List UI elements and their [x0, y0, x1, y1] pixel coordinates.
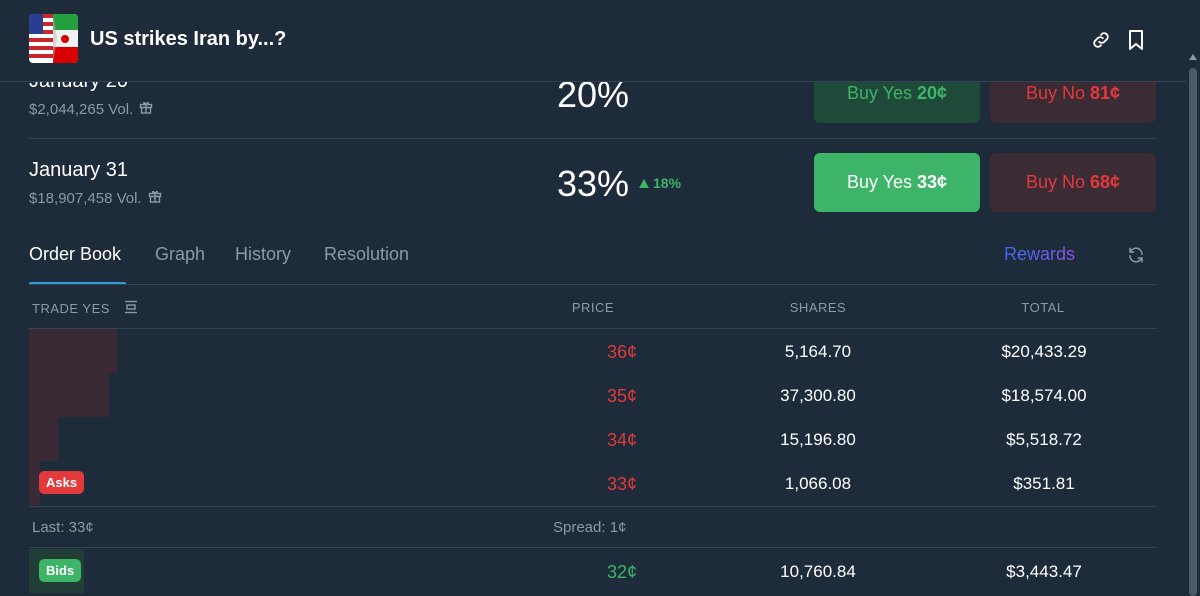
- tab-graph[interactable]: Graph: [155, 244, 205, 265]
- buy-yes-price: 33¢: [917, 172, 948, 192]
- rewards-link[interactable]: Rewards: [1004, 244, 1075, 265]
- link-icon[interactable]: [1089, 28, 1113, 52]
- ask-depth-bar: [29, 329, 117, 373]
- detail-tabs: Order Book Graph History Resolution Rewa…: [29, 244, 1157, 285]
- market-percent: 33%: [557, 163, 630, 204]
- market-title: US strikes Iran by...?: [90, 28, 287, 50]
- market-date: January 31: [29, 159, 128, 181]
- collapse-icon[interactable]: [124, 300, 138, 317]
- gift-icon: [148, 189, 162, 207]
- ask-price: 34¢: [606, 430, 638, 450]
- ask-row[interactable]: 35¢ 37,300.80 $18,574.00: [29, 373, 1157, 417]
- market-volume: $18,907,458 Vol.: [29, 189, 162, 207]
- market-volume: $2,044,265 Vol.: [29, 100, 153, 118]
- total-header: TOTAL: [1021, 300, 1065, 315]
- buy-yes-price: 20¢: [917, 83, 948, 103]
- ask-row[interactable]: 34¢ 15,196.80 $5,518.72: [29, 417, 1157, 461]
- buy-no-button[interactable]: Buy No 68¢: [990, 153, 1156, 212]
- ask-price: 35¢: [606, 386, 638, 406]
- buy-yes-label: Buy Yes: [846, 83, 912, 103]
- trade-yes-header: TRADE YES: [32, 300, 138, 317]
- ask-total: $5,518.72: [1006, 430, 1082, 449]
- ask-total: $20,433.29: [1001, 342, 1087, 361]
- ask-depth-bar: [29, 417, 58, 461]
- scroll-thumb[interactable]: [1189, 68, 1197, 596]
- tab-order-book[interactable]: Order Book: [29, 244, 121, 265]
- bid-total: $3,443.47: [1006, 562, 1082, 581]
- buy-no-price: 81¢: [1089, 83, 1121, 103]
- ask-shares: 15,196.80: [780, 430, 856, 449]
- tab-history[interactable]: History: [235, 244, 291, 265]
- page-scrollbar[interactable]: [1186, 0, 1200, 596]
- ask-price: 36¢: [606, 342, 638, 362]
- ask-row[interactable]: Asks 33¢ 1,066.08 $351.81: [29, 461, 1157, 505]
- ask-row[interactable]: 36¢ 5,164.70 $20,433.29: [29, 329, 1157, 373]
- price-change: 18%: [639, 175, 681, 191]
- buy-yes-label: Buy Yes: [846, 172, 912, 192]
- ask-shares: 37,300.80: [780, 386, 856, 405]
- buy-no-price: 68¢: [1089, 172, 1121, 192]
- market-row-january-31[interactable]: January 31 $18,907,458 Vol. 33% 18% Buy …: [29, 139, 1157, 227]
- bids-badge: Bids: [39, 559, 82, 582]
- trade-yes-label: TRADE YES: [32, 301, 110, 316]
- scroll-up-arrow-icon[interactable]: [1189, 54, 1197, 60]
- last-price: Last: 33¢: [32, 519, 94, 536]
- ask-depth-bar: [29, 373, 109, 417]
- bookmark-icon[interactable]: [1124, 28, 1148, 52]
- market-volume-text: $2,044,265 Vol.: [29, 100, 134, 118]
- spread-value: Spread: 1¢: [553, 519, 627, 536]
- gift-icon: [139, 100, 153, 118]
- buy-no-label: Buy No: [1025, 172, 1085, 192]
- us-iran-flag-image: [29, 14, 78, 63]
- asks-badge: Asks: [39, 471, 85, 494]
- bid-price: 32¢: [606, 562, 638, 582]
- shares-header: SHARES: [789, 300, 847, 315]
- tab-resolution[interactable]: Resolution: [324, 244, 409, 265]
- tabs-divider: [29, 284, 1157, 285]
- bid-shares: 10,760.84: [780, 562, 856, 581]
- price-change-value: 18%: [653, 175, 682, 191]
- spread-row: Last: 33¢ Spread: 1¢: [29, 506, 1157, 548]
- market-header: US strikes Iran by...?: [0, 0, 1200, 82]
- ask-price: 33¢: [606, 474, 638, 494]
- ask-shares: 5,164.70: [784, 342, 852, 361]
- market-volume-text: $18,907,458 Vol.: [29, 189, 142, 207]
- ask-total: $351.81: [1013, 474, 1075, 493]
- buy-yes-button[interactable]: Buy Yes 33¢: [814, 153, 980, 212]
- bid-row[interactable]: Bids 32¢ 10,760.84 $3,443.47: [29, 549, 1157, 593]
- refresh-icon[interactable]: [1127, 246, 1147, 266]
- price-header: PRICE: [571, 300, 615, 315]
- ask-shares: 1,066.08: [784, 474, 852, 493]
- ask-total: $18,574.00: [1001, 386, 1087, 405]
- triangle-up-icon: [639, 175, 649, 191]
- buy-no-label: Buy No: [1025, 83, 1085, 103]
